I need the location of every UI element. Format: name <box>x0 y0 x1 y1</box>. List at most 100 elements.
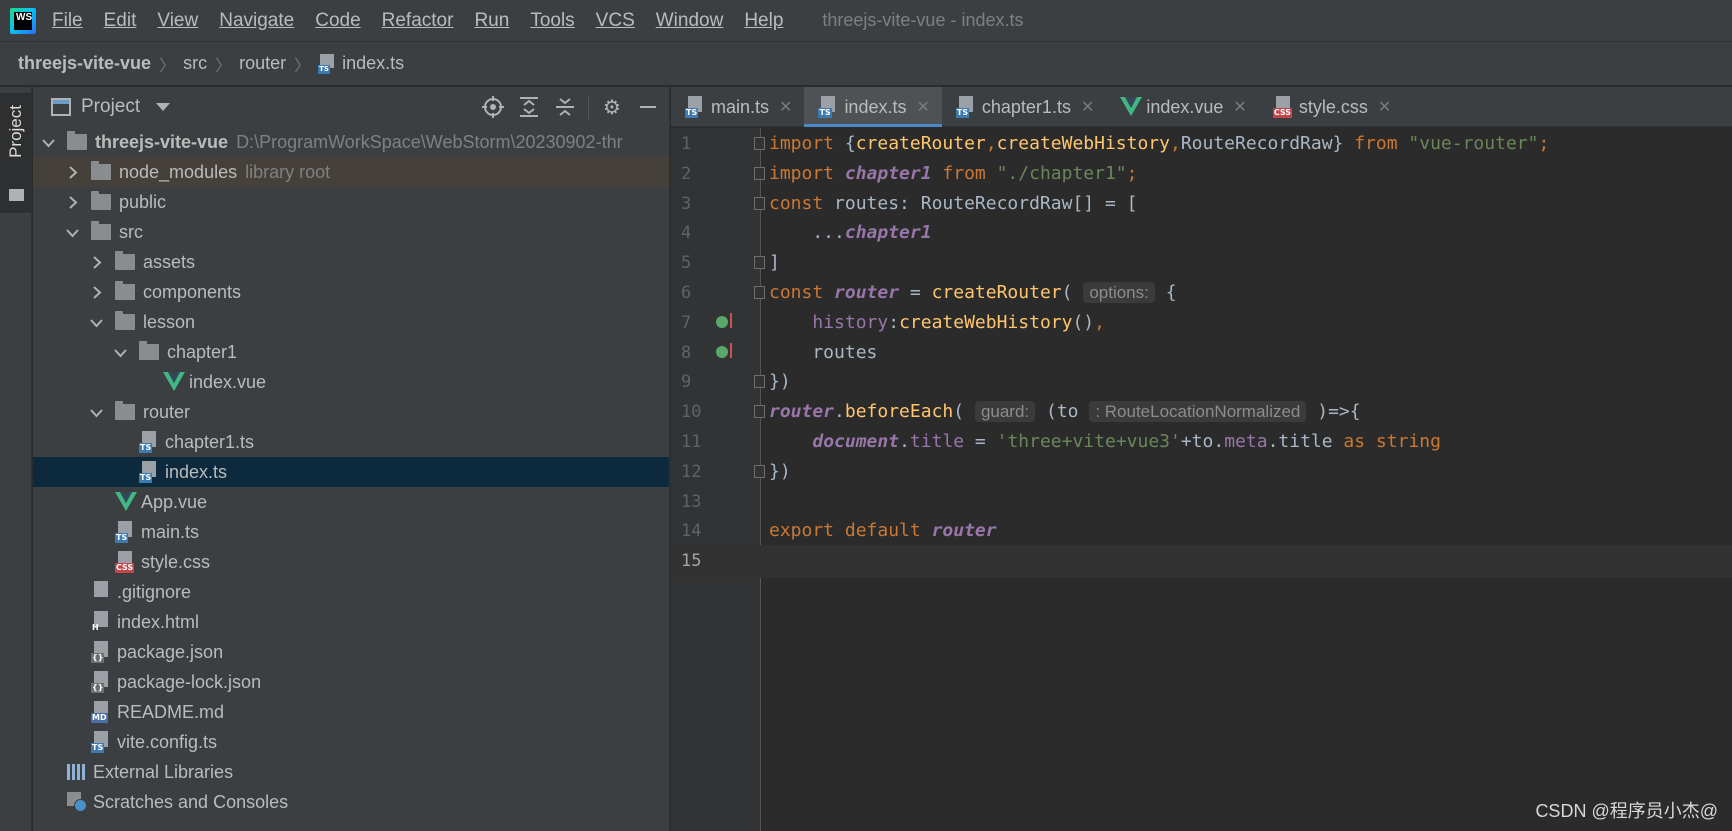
project-view-selector[interactable]: Project <box>81 96 140 118</box>
file-badge: TS <box>91 743 105 753</box>
expand-all-icon[interactable] <box>516 94 542 120</box>
project-tool-tab[interactable]: Project <box>0 93 32 213</box>
tab-main-ts[interactable]: TS main.ts ✕ <box>671 87 804 127</box>
tree-item-assets[interactable]: assets <box>33 247 669 277</box>
chevron-right-icon[interactable] <box>65 165 79 179</box>
webstorm-logo-icon[interactable]: WS <box>10 7 36 34</box>
fold-icon[interactable] <box>754 286 765 299</box>
menu-edit[interactable]: Edit <box>104 10 137 32</box>
tree-item-threejs-vite-vue[interactable]: threejs-vite-vue D:\ProgramWorkSpace\WebS… <box>33 127 669 157</box>
code-line[interactable]: 2 import chapter1 from "./chapter1"; <box>671 158 1732 191</box>
menu-help[interactable]: Help <box>744 10 783 32</box>
tab-index-ts[interactable]: TS index.ts ✕ <box>804 87 943 127</box>
tree-item-style-css[interactable]: CSS style.css <box>33 547 669 577</box>
tree-item-components[interactable]: components <box>33 277 669 307</box>
chevron-down-icon[interactable] <box>156 103 171 111</box>
code-line[interactable]: 4 ...chapter1 <box>671 217 1732 250</box>
tree-item-gitignore[interactable]: .gitignore <box>33 577 669 607</box>
close-icon[interactable]: ✕ <box>1378 97 1391 117</box>
gear-icon[interactable]: ⚙ <box>599 94 625 120</box>
chevron-down-icon[interactable] <box>65 225 79 239</box>
code-line[interactable]: 12}) <box>671 456 1732 489</box>
breadcrumb-router[interactable]: router <box>239 53 286 74</box>
code-line[interactable]: 11 document.title = 'three+vite+vue3'+to… <box>671 426 1732 459</box>
tree-item-scratches-and-consoles[interactable]: Scratches and Consoles <box>33 787 669 817</box>
code-line[interactable]: 13 <box>671 486 1732 519</box>
chevron-down-icon[interactable] <box>41 135 55 149</box>
chevron-right-icon[interactable] <box>89 285 103 299</box>
menu-code[interactable]: Code <box>315 10 360 32</box>
tree-item-public[interactable]: public <box>33 187 669 217</box>
code-line[interactable]: 7 history:createWebHistory(), <box>671 307 1732 340</box>
tree-item-label: .gitignore <box>117 581 192 602</box>
code-line[interactable]: 6 const router = createRouter( options: { <box>671 277 1732 310</box>
tree-item-app-vue[interactable]: App.vue <box>33 487 669 517</box>
fold-icon[interactable] <box>754 196 765 210</box>
chevron-right-icon[interactable] <box>65 195 79 209</box>
fold-icon[interactable] <box>754 166 765 180</box>
breadcrumb-project[interactable]: threejs-vite-vue <box>18 53 151 74</box>
tree-item-package-json[interactable]: {} package.json <box>33 637 669 667</box>
close-icon[interactable]: ✕ <box>779 97 792 117</box>
fold-icon[interactable] <box>754 464 765 478</box>
tree-item-src[interactable]: src <box>33 217 669 247</box>
code-line[interactable]: 10 router.beforeEach( guard: (to : RouteL… <box>671 396 1732 429</box>
code-editor[interactable]: 1 import {createRouter,createWebHistory,R… <box>671 128 1732 831</box>
tree-item-node-modules[interactable]: node_modules library root <box>33 157 669 187</box>
menu-file[interactable]: File <box>52 10 83 32</box>
fold-icon[interactable] <box>754 405 765 419</box>
code-line[interactable]: 15 <box>671 545 1732 579</box>
go-to-declaration-arrow-icon[interactable] <box>730 312 732 328</box>
fold-icon[interactable] <box>754 256 765 270</box>
project-tool-label: Project <box>6 105 25 158</box>
close-icon[interactable]: ✕ <box>1081 97 1094 117</box>
code-line[interactable]: 5] <box>671 247 1732 280</box>
menu-tools[interactable]: Tools <box>530 10 574 32</box>
menu-vcs[interactable]: VCS <box>596 10 635 32</box>
tree-item-index-html[interactable]: Hindex.html <box>33 607 669 637</box>
implements-icon[interactable] <box>716 315 728 328</box>
tree-item-lesson[interactable]: lesson <box>33 307 669 337</box>
tree-item-index-vue[interactable]: index.vue <box>33 367 669 397</box>
chevron-right-icon[interactable] <box>89 255 103 269</box>
tree-item-index-ts[interactable]: TS index.ts <box>33 457 669 487</box>
tree-item-main-ts[interactable]: TS main.ts <box>33 517 669 547</box>
tree-item-chapter1[interactable]: chapter1 <box>33 337 669 367</box>
menu-refactor[interactable]: Refactor <box>382 10 454 32</box>
breadcrumb-src[interactable]: src <box>183 53 207 74</box>
chevron-down-icon[interactable] <box>89 405 103 419</box>
menu-view[interactable]: View <box>157 10 198 32</box>
tree-item-vite-config-ts[interactable]: TS vite.config.ts <box>33 727 669 757</box>
menu-window[interactable]: Window <box>656 10 724 32</box>
code-line[interactable]: 14 export default router <box>671 515 1732 548</box>
collapse-all-icon[interactable] <box>552 94 578 120</box>
fold-icon[interactable] <box>754 375 765 389</box>
tree-item-external-libraries[interactable]: External Libraries <box>33 757 669 787</box>
code-line[interactable]: 1 import {createRouter,createWebHistory,R… <box>671 128 1732 161</box>
implements-icon[interactable] <box>716 345 728 358</box>
code-line[interactable]: 3 const routes: RouteRecordRaw[] = [ <box>671 188 1732 221</box>
tree-item-label: threejs-vite-vue <box>95 131 229 152</box>
code-line[interactable]: 9}) <box>671 366 1732 399</box>
code-token: = <box>899 282 932 303</box>
minimize-icon[interactable] <box>635 94 661 120</box>
go-to-declaration-arrow-icon[interactable] <box>730 342 732 358</box>
locate-file-icon[interactable] <box>480 94 506 120</box>
tree-item-readme-md[interactable]: MD README.md <box>33 697 669 727</box>
menu-run[interactable]: Run <box>474 10 509 32</box>
code-line[interactable]: 8 routes <box>671 337 1732 370</box>
tree-item-chapter1-ts[interactable]: TS chapter1.ts <box>33 427 669 457</box>
tab-style-css[interactable]: CSS style.css ✕ <box>1259 87 1403 127</box>
menu-navigate[interactable]: Navigate <box>219 10 294 32</box>
breadcrumb-file[interactable]: index.ts <box>342 53 404 74</box>
chevron-down-icon[interactable] <box>113 345 127 359</box>
close-icon[interactable]: ✕ <box>916 97 929 117</box>
tab-index-vue[interactable]: index.vue ✕ <box>1106 87 1258 127</box>
close-icon[interactable]: ✕ <box>1233 97 1246 117</box>
chevron-down-icon[interactable] <box>89 315 103 329</box>
fold-icon[interactable] <box>754 137 765 150</box>
tree-item-package-lock-json[interactable]: {} package-lock.json <box>33 667 669 697</box>
tab-chapter1-ts[interactable]: TS chapter1.ts ✕ <box>942 87 1106 127</box>
code-token: const <box>769 282 835 303</box>
tree-item-router[interactable]: router <box>33 397 669 427</box>
